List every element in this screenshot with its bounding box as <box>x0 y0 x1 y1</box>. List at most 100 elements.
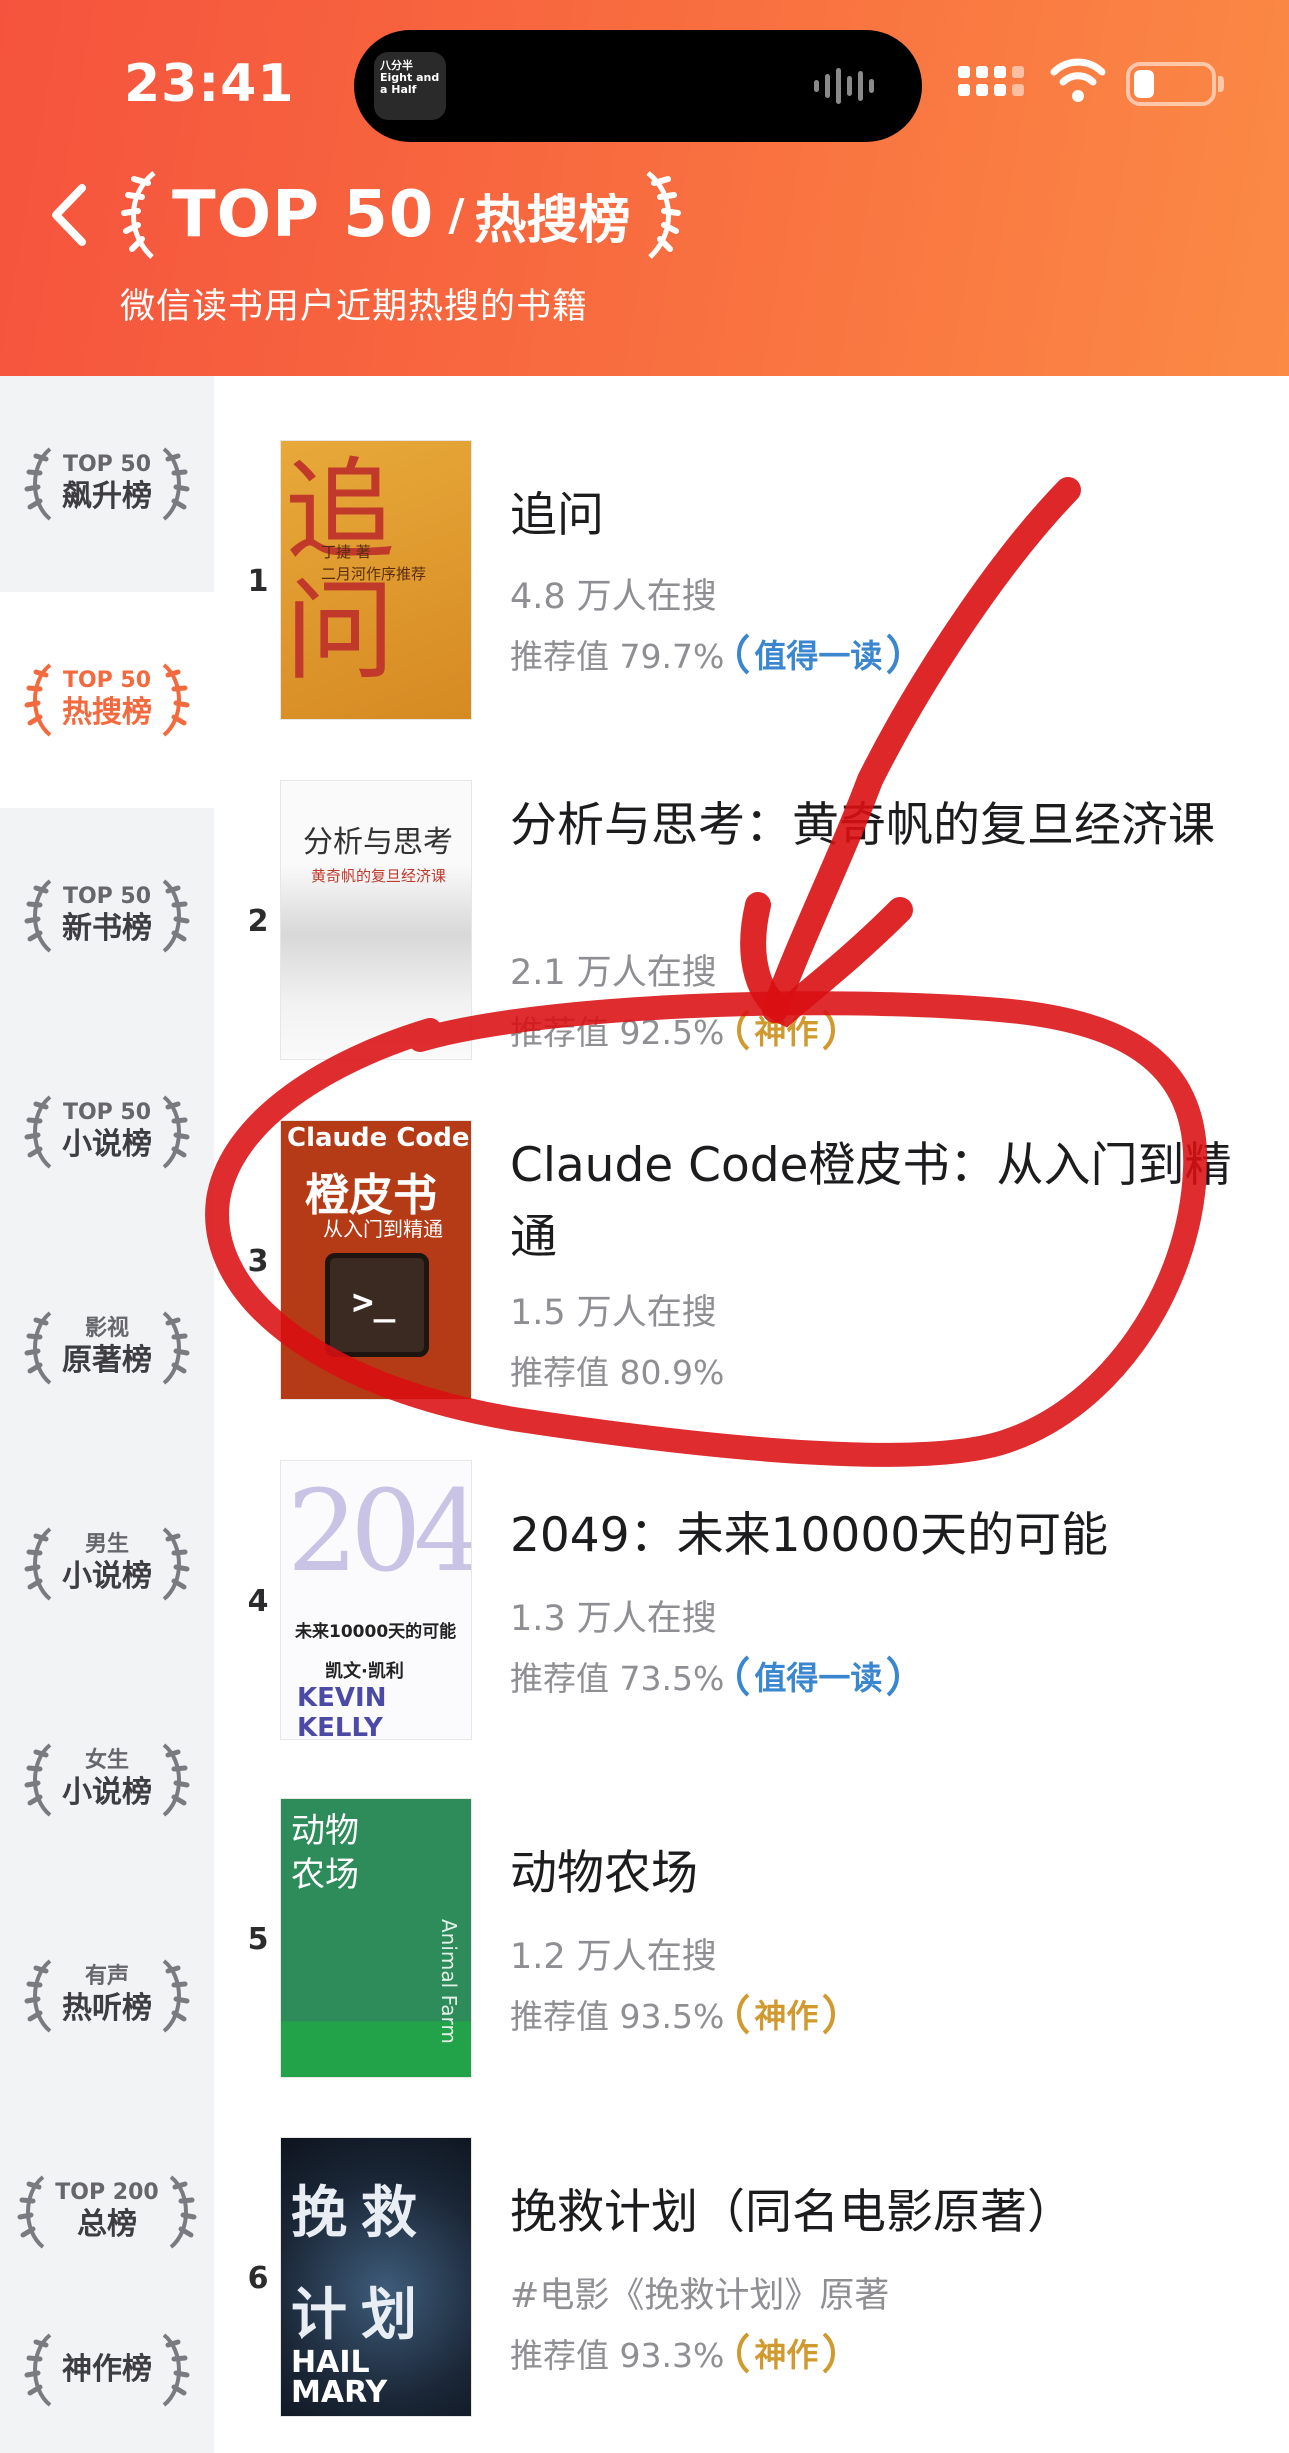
sidebar-tab-main: 总榜 <box>76 2207 137 2242</box>
sidebar-tab-label: 有声 热听榜 <box>62 1964 152 2028</box>
book-cover[interactable]: 追问 丁捷 著 二月河作序推荐 <box>280 440 472 720</box>
title-divider: / <box>448 189 465 241</box>
book-title[interactable]: Claude Code橙皮书：从入门到精通 <box>510 1130 1250 1274</box>
cover-text: 丁捷 著 二月河作序推荐 <box>321 543 427 583</box>
sidebar-tab[interactable]: 影视 原著榜 <box>0 1240 214 1456</box>
book-cover[interactable]: 动物 农场 Animal Farm <box>280 1798 472 2078</box>
sidebar-tab-label: TOP 200 总榜 <box>55 2180 158 2244</box>
laurel-left-icon <box>24 445 58 523</box>
book-row[interactable]: 3 Claude Code 橙皮书 从入门到精通 >_ Claude Code橙… <box>214 1120 1289 1420</box>
sidebar-tab[interactable]: TOP 200 总榜 <box>0 2104 214 2320</box>
search-count: 2.1 万人在搜 <box>510 953 717 993</box>
sidebar-tab[interactable]: 有声 热听榜 <box>0 1888 214 2104</box>
rank-number: 1 <box>247 564 269 599</box>
sidebar-tab-label: 女生 小说榜 <box>62 1748 152 1812</box>
book-cover[interactable]: 2049 未来10000天的可能 凯文·凯利 KEVIN KELLY <box>280 1460 472 1740</box>
recommend-value: 推荐值 93.5% 神作 <box>510 1990 840 2038</box>
sidebar-tab-top: TOP 50 <box>62 884 152 909</box>
search-count: 1.2 万人在搜 <box>510 1937 717 1977</box>
badge-laurel-right-icon <box>822 1993 836 2035</box>
sidebar-tab-main: 神作榜 <box>62 2352 152 2387</box>
masterpiece-badge: 神作 <box>732 1991 840 2037</box>
sidebar-tab-top: TOP 50 <box>62 452 152 477</box>
book-row[interactable]: 5 动物 农场 Animal Farm 动物农场 1.2 万人在搜 推荐值 93.… <box>214 1798 1289 2098</box>
book-title[interactable]: 追问 <box>510 480 1250 552</box>
badge-laurel-left-icon <box>737 633 750 675</box>
book-title[interactable]: 动物农场 <box>510 1838 1250 1910</box>
sidebar-tab[interactable]: 神作榜 <box>0 2310 214 2430</box>
book-title[interactable]: 挽救计划（同名电影原著） <box>510 2177 1250 2249</box>
book-title[interactable]: 2049：未来10000天的可能 <box>510 1500 1250 1572</box>
audio-wave-icon <box>814 66 874 106</box>
sidebar-tab-label: 神作榜 <box>62 2351 152 2389</box>
rank-number: 6 <box>247 2261 269 2296</box>
rank-number: 4 <box>247 1584 269 1619</box>
rank-number: 2 <box>247 904 269 939</box>
search-count: 4.8 万人在搜 <box>510 577 717 617</box>
badge-laurel-left-icon <box>737 1655 750 1697</box>
badge-laurel-right-icon <box>822 1009 836 1051</box>
laurel-left-icon <box>24 1741 58 1819</box>
sidebar-tab-label: TOP 50 热搜榜 <box>62 668 152 732</box>
cover-author: 凯文·凯利 <box>325 1661 404 1682</box>
header: 23:41 八分半 Eight and a Half TOP 50 / 热搜榜 … <box>0 0 1289 376</box>
recommend-value: 推荐值 73.5% 值得一读 <box>510 1652 904 1700</box>
sidebar-tab-main: 飙升榜 <box>62 479 152 514</box>
back-chevron-icon[interactable] <box>44 180 94 250</box>
laurel-right-icon <box>646 171 682 259</box>
book-row[interactable]: 4 2049 未来10000天的可能 凯文·凯利 KEVIN KELLY 204… <box>214 1460 1289 1760</box>
sidebar-tab-top: 影视 <box>84 1316 129 1341</box>
cover-title-2: 计划 <box>291 2283 431 2348</box>
laurel-right-icon <box>163 2173 197 2251</box>
book-row[interactable]: 2 分析与思考 黄奇帆的复旦经济课 分析与思考：黄奇帆的复旦经济课 2.1 万人… <box>214 780 1289 1080</box>
laurel-left-icon <box>24 1957 58 2035</box>
sidebar-tab-main: 热听榜 <box>62 1991 152 2026</box>
laurel-right-icon <box>156 1309 190 1387</box>
recommend-text: 推荐值 80.9% <box>510 1353 725 1392</box>
laurel-left-icon <box>24 877 58 955</box>
book-row[interactable]: 1 追问 丁捷 著 二月河作序推荐 追问 4.8 万人在搜 推荐值 79.7% … <box>214 440 1289 740</box>
recommend-text: 推荐值 93.3% <box>510 2336 725 2375</box>
sidebar-tab-top: 有声 <box>84 1964 129 1989</box>
cover-title: Claude Code <box>287 1123 470 1153</box>
terminal-icon: >_ <box>325 1253 429 1357</box>
book-row[interactable]: 6 挽救 计划 HAIL MARY 挽救计划（同名电影原著） #电影《挽救计划》… <box>214 2137 1289 2437</box>
sidebar-tab[interactable]: 女生 小说榜 <box>0 1672 214 1888</box>
badge-laurel-left-icon <box>737 1009 750 1051</box>
worth-reading-badge: 值得一读 <box>732 631 904 677</box>
cover-title: 分析与思考 <box>303 825 453 860</box>
recommend-value: 推荐值 92.5% 神作 <box>510 1006 840 1054</box>
recommend-value: 推荐值 93.3% 神作 <box>510 2329 840 2377</box>
book-cover[interactable]: Claude Code 橙皮书 从入门到精通 >_ <box>280 1120 472 1400</box>
sidebar-tab-main: 小说榜 <box>62 1559 152 1594</box>
book-cover[interactable]: 挽救 计划 HAIL MARY <box>280 2137 472 2417</box>
book-cover[interactable]: 分析与思考 黄奇帆的复旦经济课 <box>280 780 472 1060</box>
masterpiece-badge: 神作 <box>732 2330 840 2376</box>
laurel-right-icon <box>156 1741 190 1819</box>
status-time: 23:41 <box>124 54 295 114</box>
masterpiece-badge: 神作 <box>732 1007 840 1053</box>
worth-reading-badge: 值得一读 <box>732 1653 904 1699</box>
recommend-text: 推荐值 93.5% <box>510 1997 725 2036</box>
rank-number: 5 <box>247 1922 269 1957</box>
recommend-value: 推荐值 80.9% <box>510 1346 724 1394</box>
laurel-right-icon <box>156 445 190 523</box>
recommend-text: 推荐值 92.5% <box>510 1013 725 1052</box>
cover-author-en: KEVIN KELLY <box>297 1683 387 1740</box>
search-count: 1.5 万人在搜 <box>510 1293 717 1333</box>
sidebar-tab-main: 热搜榜 <box>62 695 152 730</box>
book-title[interactable]: 分析与思考：黄奇帆的复旦经济课 <box>510 790 1250 862</box>
dynamic-island[interactable]: 八分半 Eight and a Half <box>354 30 922 142</box>
ranking-sidebar: TOP 50 飙升榜 TOP 50 热搜榜 TOP 50 新书榜 TOP 50 小说榜 影视 原著… <box>0 376 214 2453</box>
sidebar-tab-label: 影视 原著榜 <box>62 1316 152 1380</box>
sidebar-tab[interactable]: TOP 50 新书榜 <box>0 808 214 1024</box>
sidebar-tab[interactable]: 男生 小说榜 <box>0 1456 214 1672</box>
sidebar-tab[interactable]: TOP 50 飙升榜 <box>0 376 214 592</box>
sidebar-tab[interactable]: TOP 50 小说榜 <box>0 1024 214 1240</box>
list-name: 热搜榜 <box>474 190 631 251</box>
cover-title: 挽救 <box>291 2181 431 2246</box>
sidebar-tab-main: 原著榜 <box>62 1343 152 1378</box>
sidebar-tab[interactable]: TOP 50 热搜榜 <box>0 592 214 808</box>
recommend-value: 推荐值 79.7% 值得一读 <box>510 630 904 678</box>
laurel-right-icon <box>156 661 190 739</box>
